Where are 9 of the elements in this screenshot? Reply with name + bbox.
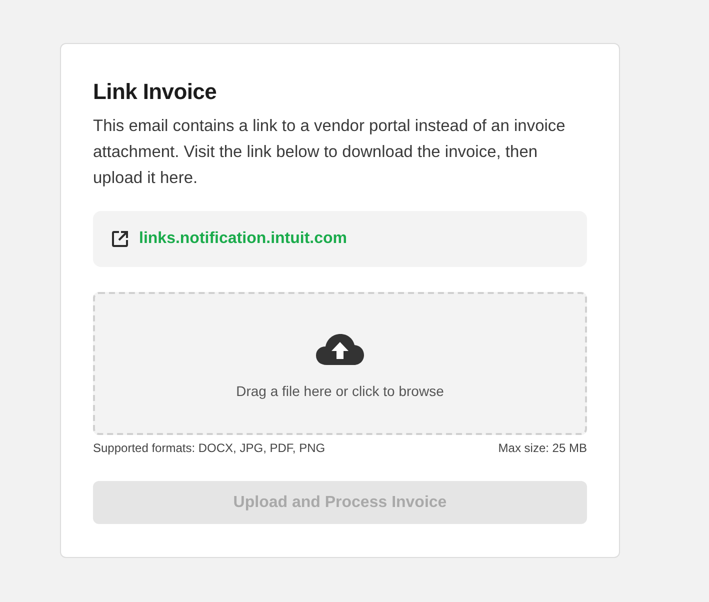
cloud-upload-icon xyxy=(316,334,364,365)
drop-prompt: Drag a file here or click to browse xyxy=(236,383,444,399)
max-size: Max size: 25 MB xyxy=(498,441,587,455)
card-title: Link Invoice xyxy=(93,78,218,106)
portal-link[interactable]: links.notification.intuit.com xyxy=(139,230,347,248)
file-drop-zone[interactable]: Drag a file here or click to browse xyxy=(93,292,587,435)
description-text: This email contains a link to a vendor portal instead of an invoice attachment. Visit the link below to download the invoice, then upload it here. xyxy=(93,116,566,189)
external-link-icon xyxy=(111,230,129,248)
supported-formats: Supported formats: DOCX, JPG, PDF, PNG xyxy=(93,441,326,455)
